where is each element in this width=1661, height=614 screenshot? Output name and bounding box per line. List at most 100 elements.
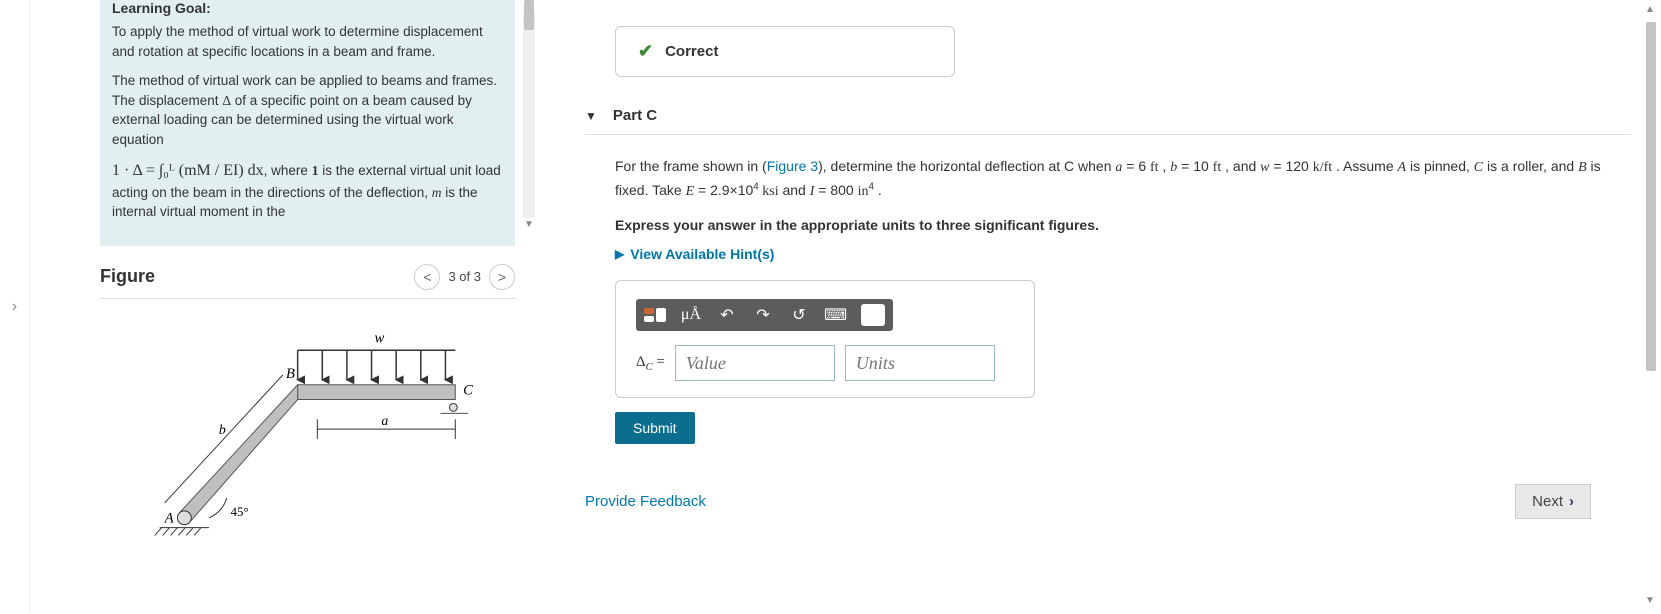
unit-I: in — [858, 184, 869, 199]
part-c-title: Part C — [613, 107, 657, 124]
diagram-label-angle: 45° — [231, 504, 249, 518]
delta-sub: C — [646, 362, 653, 373]
answer-input-row: ΔC = — [636, 345, 1014, 381]
template-icon — [644, 308, 666, 322]
redo-button[interactable]: ↷ — [752, 304, 774, 326]
figure-heading: Figure — [100, 266, 155, 287]
unit-ft-1: ft — [1150, 160, 1159, 175]
t-and: and — [779, 182, 810, 198]
correct-label: Correct — [665, 43, 718, 60]
figure-next-button[interactable]: > — [489, 264, 515, 290]
val-b: = 10 — [1177, 158, 1212, 174]
learning-goal-title: Learning Goal: — [112, 0, 503, 16]
figure-section: Figure < 3 of 3 > — [100, 264, 515, 569]
eq-m: m — [432, 185, 442, 200]
keyboard-icon: ⌨ — [824, 305, 847, 325]
collapse-sidebar-button[interactable]: › — [0, 0, 30, 614]
eq-after-1: , where — [264, 163, 312, 178]
hints-label: View Available Hint(s) — [630, 246, 774, 262]
redo-icon: ↷ — [756, 305, 769, 325]
chevron-right-icon: › — [12, 298, 17, 316]
left-scrollbar[interactable]: ▲ ▼ — [523, 0, 535, 230]
next-button[interactable]: Next › — [1515, 484, 1591, 519]
val-w: = 120 — [1270, 158, 1313, 174]
figure-page-indicator: 3 of 3 — [448, 269, 481, 284]
mu-angstrom-icon: μÅ — [681, 306, 701, 324]
frame-diagram: w B C a b A 45° — [140, 319, 475, 549]
unit-E: ksi — [759, 184, 779, 199]
undo-button[interactable]: ↶ — [716, 304, 738, 326]
check-icon: ✔ — [638, 41, 653, 62]
diagram-label-a: a — [381, 413, 388, 428]
submit-button[interactable]: Submit — [615, 412, 695, 444]
learning-goal-box: Learning Goal: To apply the method of vi… — [100, 0, 515, 246]
period: . — [874, 182, 882, 198]
diagram-label-w: w — [375, 330, 385, 346]
undo-icon: ↶ — [720, 305, 733, 325]
diagram-label-B: B — [286, 366, 295, 382]
scroll-thumb[interactable] — [1646, 22, 1656, 371]
val-I: = 800 — [814, 182, 857, 198]
footer-row: Provide Feedback Next › — [585, 484, 1631, 519]
diagram-label-b: b — [219, 422, 226, 437]
triangle-down-icon: ▼ — [585, 109, 597, 123]
goal-delta: Δ — [222, 93, 231, 108]
part-c-body: For the frame shown in (Figure 3), deter… — [585, 155, 1631, 444]
help-icon: ? — [868, 306, 878, 324]
value-input[interactable] — [675, 345, 835, 381]
right-scrollbar[interactable]: ▲ ▼ — [1645, 22, 1657, 604]
correct-feedback-box: ✔ Correct — [615, 26, 955, 77]
sep1: , — [1159, 158, 1171, 174]
t3a: . Assume — [1332, 158, 1397, 174]
scroll-down-icon: ▼ — [1645, 595, 1655, 606]
units-input[interactable] — [845, 345, 995, 381]
prompt-t2: ), determine the horizontal deflection a… — [818, 158, 1115, 174]
unit-ft-2: ft — [1213, 160, 1222, 175]
pC: C — [1474, 160, 1483, 175]
reset-button[interactable]: ↺ — [788, 304, 810, 326]
scroll-up-icon: ▲ — [1645, 4, 1655, 15]
help-button[interactable]: ? — [861, 304, 885, 326]
figure-pager: < 3 of 3 > — [414, 264, 515, 290]
chevron-right-icon: > — [498, 269, 506, 285]
next-label: Next — [1532, 493, 1563, 510]
figure-canvas: w B C a b A 45° — [100, 299, 515, 569]
val-a: = 6 — [1122, 158, 1150, 174]
view-hints-toggle[interactable]: ▶ View Available Hint(s) — [615, 246, 1621, 262]
unit-w: k/ft — [1313, 160, 1332, 175]
template-tool-button[interactable] — [644, 304, 666, 326]
keyboard-button[interactable]: ⌨ — [824, 304, 847, 326]
chevron-right-icon: › — [1569, 493, 1574, 510]
answer-instruction: Express your answer in the appropriate u… — [615, 214, 1621, 236]
delta-symbol: Δ — [636, 354, 646, 370]
reset-icon: ↺ — [792, 305, 805, 325]
units-tool-button[interactable]: μÅ — [680, 304, 702, 326]
t-roll: is a roller, and — [1483, 158, 1578, 174]
equals: = — [653, 354, 665, 370]
part-c-header[interactable]: ▼ Part C — [585, 107, 1631, 135]
figure-prev-button[interactable]: < — [414, 264, 440, 290]
provide-feedback-link[interactable]: Provide Feedback — [585, 493, 706, 510]
learning-goal-eq: 1 · Δ = ∫₀ᴸ (mM / EI) dx, where 1 is the… — [112, 159, 503, 221]
right-panel: ✔ Correct ▼ Part C For the frame shown i… — [535, 0, 1661, 614]
answer-box: μÅ ↶ ↷ ↺ ⌨ ? ΔC = — [615, 280, 1035, 398]
triangle-right-icon: ▶ — [615, 247, 624, 261]
diagram-label-A: A — [164, 510, 175, 526]
answer-variable-label: ΔC = — [636, 354, 665, 373]
problem-prompt: For the frame shown in (Figure 3), deter… — [615, 155, 1621, 204]
t-pin: is pinned, — [1406, 158, 1474, 174]
chevron-left-icon: < — [423, 269, 431, 285]
equation-text: 1 · Δ = ∫₀ᴸ (mM / EI) dx — [112, 162, 264, 179]
pB: B — [1578, 160, 1587, 175]
val-E: = 2.9×10 — [694, 182, 753, 198]
diagram-label-C: C — [463, 382, 473, 398]
learning-goal-p2: The method of virtual work can be applie… — [112, 71, 503, 149]
learning-goal-p1: To apply the method of virtual work to d… — [112, 22, 503, 61]
figure-3-link[interactable]: Figure 3 — [767, 158, 818, 174]
var-E: E — [686, 184, 695, 199]
scroll-track — [523, 12, 535, 218]
scroll-down-icon: ▼ — [523, 218, 535, 230]
scroll-thumb[interactable] — [524, 0, 534, 30]
sep2: , and — [1221, 158, 1260, 174]
answer-toolbar: μÅ ↶ ↷ ↺ ⌨ ? — [636, 299, 893, 331]
